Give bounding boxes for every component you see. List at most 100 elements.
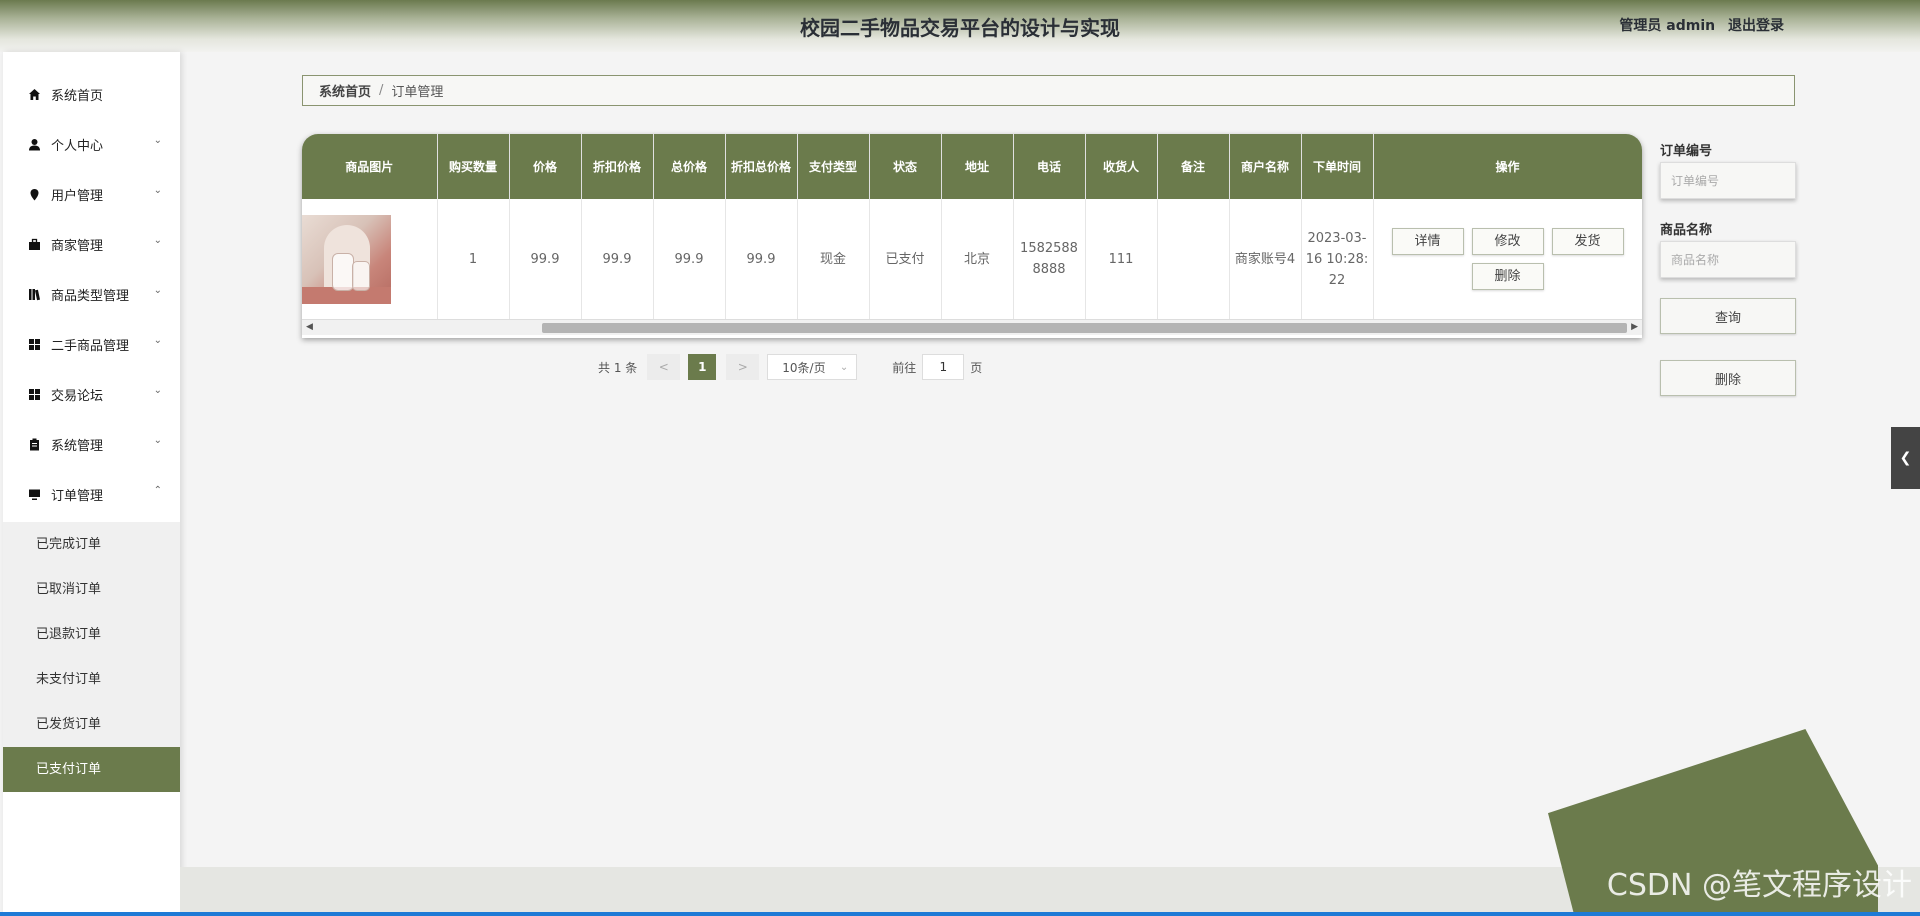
column-header: 状态: [869, 134, 942, 199]
cell-discount-total: 99.9: [725, 199, 798, 319]
breadcrumb-home[interactable]: 系统首页: [319, 81, 371, 100]
sidebar-item-home[interactable]: 系统首页: [3, 69, 180, 119]
table-header-row: 商品图片 购买数量 价格 折扣价格 总价格 折扣总价格 支付类型 状态 地址 电…: [302, 134, 1642, 199]
scroll-right-icon[interactable]: ▶: [1631, 322, 1638, 332]
table-row: 1 99.9 99.9 99.9 99.9 现金 已支付 北京 15825888…: [302, 199, 1642, 319]
scroll-left-icon[interactable]: ◀: [306, 322, 313, 332]
submenu-shipped-orders[interactable]: 已发货订单: [3, 702, 180, 747]
briefcase-icon: [27, 237, 41, 251]
ship-button[interactable]: 发货: [1551, 228, 1624, 255]
user-info: 管理员 admin 退出登录: [1611, 15, 1784, 35]
cell-quantity: 1: [437, 199, 510, 319]
column-header: 价格: [509, 134, 582, 199]
order-no-input[interactable]: 订单编号: [1660, 162, 1796, 199]
cell-order-time: 2023-03-16 10:28:22: [1301, 199, 1374, 319]
sidebar-item-label: 个人中心: [51, 138, 104, 154]
scrollbar-thumb[interactable]: [542, 323, 1627, 333]
next-page-button[interactable]: >: [726, 354, 760, 380]
column-header: 收货人: [1085, 134, 1158, 199]
chevron-down-icon: ⌄: [153, 335, 162, 346]
monitor-icon: [27, 487, 41, 501]
breadcrumb-current: 订单管理: [391, 85, 444, 100]
query-button[interactable]: 查询: [1660, 298, 1796, 334]
chevron-left-icon: ❮: [1899, 450, 1912, 466]
cell-receiver: 111: [1085, 199, 1158, 319]
cell-remark: [1157, 199, 1230, 319]
goods-name-label: 商品名称: [1660, 223, 1713, 238]
total-count: 共 1 条: [598, 360, 638, 375]
collapse-panel-tab[interactable]: ❮: [1891, 427, 1920, 489]
grid-icon: [27, 387, 41, 401]
sidebar-item-label: 商家管理: [51, 238, 104, 254]
page-size-select[interactable]: 10条/页 ⌄: [767, 354, 858, 380]
page-unit: 页: [970, 360, 983, 375]
cell-total-price: 99.9: [653, 199, 726, 319]
sidebar-item-goods-types[interactable]: 商品类型管理 ⌄: [3, 269, 180, 319]
goto-label: 前往: [892, 360, 917, 375]
order-no-label: 订单编号: [1660, 144, 1713, 159]
submenu-refunded-orders[interactable]: 已退款订单: [3, 612, 180, 657]
column-header: 备注: [1157, 134, 1230, 199]
horizontal-scrollbar[interactable]: ◀ ▶: [302, 319, 1642, 335]
sidebar-item-label: 系统首页: [51, 88, 104, 104]
batch-delete-button[interactable]: 删除: [1660, 360, 1796, 396]
column-header: 电话: [1013, 134, 1086, 199]
library-icon: [27, 287, 41, 301]
sidebar-item-label: 二手商品管理: [51, 338, 130, 354]
detail-button[interactable]: 详情: [1391, 228, 1464, 255]
chevron-up-icon: ⌃: [153, 485, 162, 496]
home-icon: [27, 87, 41, 101]
page-number[interactable]: 1: [688, 354, 717, 380]
chevron-down-icon: ⌄: [153, 135, 162, 146]
chevron-down-icon: ⌄: [153, 435, 162, 446]
cell-phone: 15825888888: [1013, 199, 1086, 319]
grid-icon: [27, 337, 41, 351]
sidebar-item-second-hand[interactable]: 二手商品管理 ⌄: [3, 319, 180, 369]
sidebar-item-orders[interactable]: 订单管理 ⌃: [3, 469, 180, 519]
column-header: 总价格: [653, 134, 726, 199]
top-header: 校园二手物品交易平台的设计与实现 管理员 admin 退出登录: [0, 0, 1920, 52]
sidebar: 系统首页 个人中心 ⌄ 用户管理 ⌄ 商家管理 ⌄ 商品类型管理 ⌄ 二手商品管…: [3, 52, 180, 916]
sidebar-item-forum[interactable]: 交易论坛 ⌄: [3, 369, 180, 419]
column-header: 购买数量: [437, 134, 510, 199]
chevron-down-icon: ⌄: [153, 235, 162, 246]
cell-discount-price: 99.9: [581, 199, 654, 319]
column-header: 下单时间: [1301, 134, 1374, 199]
chevron-down-icon: ⌄: [839, 361, 849, 373]
cell-actions: 详情 修改 发货 删除: [1373, 199, 1642, 319]
breadcrumb: 系统首页 / 订单管理: [302, 75, 1795, 106]
row-actions: 详情 修改 发货 删除: [1378, 228, 1638, 290]
cell-status: 已支付: [869, 199, 942, 319]
delete-row-button[interactable]: 删除: [1471, 263, 1544, 290]
cell-merchant: 商家账号4: [1229, 199, 1302, 319]
submenu-paid-orders[interactable]: 已支付订单: [3, 747, 180, 792]
chevron-down-icon: ⌄: [153, 185, 162, 196]
bottom-progress-line: [0, 912, 1920, 916]
column-header: 操作: [1373, 134, 1642, 199]
column-header: 商品图片: [302, 134, 438, 199]
submenu-completed-orders[interactable]: 已完成订单: [3, 522, 180, 567]
orders-table: 商品图片 购买数量 价格 折扣价格 总价格 折扣总价格 支付类型 状态 地址 电…: [302, 134, 1642, 338]
edit-button[interactable]: 修改: [1471, 228, 1544, 255]
chevron-down-icon: ⌄: [153, 385, 162, 396]
goto-page-input[interactable]: 1: [922, 354, 965, 380]
submenu-unpaid-orders[interactable]: 未支付订单: [3, 657, 180, 702]
cell-price: 99.9: [509, 199, 582, 319]
column-header: 商户名称: [1229, 134, 1302, 199]
breadcrumb-separator: /: [379, 83, 384, 98]
goods-name-input[interactable]: 商品名称: [1660, 241, 1796, 278]
sidebar-item-system[interactable]: 系统管理 ⌄: [3, 419, 180, 469]
prev-page-button[interactable]: <: [647, 354, 681, 380]
clipboard-icon: [27, 437, 41, 451]
logout-link[interactable]: 退出登录: [1728, 18, 1784, 34]
sidebar-item-merchants[interactable]: 商家管理 ⌄: [3, 219, 180, 269]
submenu-cancelled-orders[interactable]: 已取消订单: [3, 567, 180, 612]
search-panel: 订单编号 订单编号 商品名称 商品名称 查询 删除: [1660, 140, 1796, 396]
cell-address: 北京: [941, 199, 1014, 319]
column-header: 地址: [941, 134, 1014, 199]
goods-image[interactable]: [302, 214, 391, 304]
sidebar-item-users[interactable]: 用户管理 ⌄: [3, 169, 180, 219]
goods-image-cell: [302, 199, 438, 319]
sidebar-item-personal[interactable]: 个人中心 ⌄: [3, 119, 180, 169]
user-icon: [27, 137, 41, 151]
